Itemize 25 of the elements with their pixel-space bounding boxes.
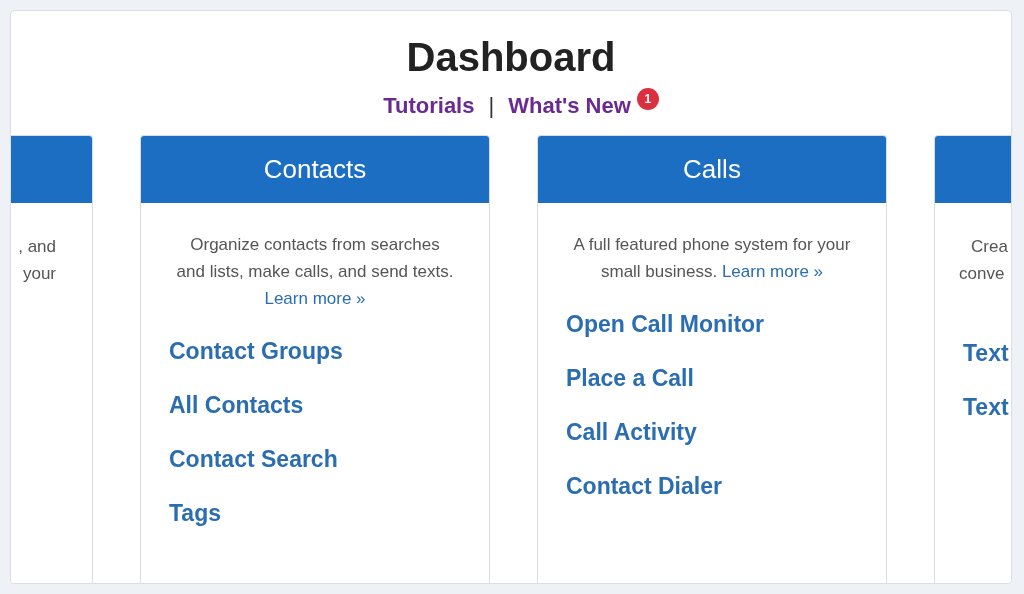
card-link[interactable]: All Contacts [169, 378, 489, 432]
card-title: Contacts [263, 154, 367, 185]
learn-more-link[interactable]: Learn more » [721, 262, 824, 281]
learn-more-link[interactable]: Learn more » [264, 289, 366, 308]
card-link[interactable]: Text [963, 326, 1011, 380]
nav-link[interactable]: Tutorials [383, 93, 475, 119]
card-link[interactable]: Contact Dialer [566, 459, 886, 513]
card-link[interactable]: Tags [169, 486, 489, 540]
card-link[interactable]: Contact Groups [169, 324, 489, 378]
card-description: Organize contacts from searches and lists, make calls, and send texts. Learn more » [175, 234, 455, 310]
nav-link[interactable]: What's New [508, 93, 631, 119]
card-description: Crea [971, 236, 1008, 258]
page-title: Dashboard [406, 34, 616, 81]
card-link[interactable]: Place a Call [566, 351, 886, 405]
card-description: A full featured phone system for your small business. Learn more » [572, 234, 852, 283]
notification-badge: 1 [636, 88, 659, 110]
card-description: , and [18, 236, 56, 258]
card-description: conve [959, 263, 1005, 285]
card-link[interactable]: Text [963, 380, 1011, 434]
card-link[interactable]: Contact Search [169, 432, 489, 486]
card-link[interactable]: Call Activity [566, 405, 886, 459]
card-link[interactable]: Open Call Monitor [566, 297, 886, 351]
separator: | [488, 93, 495, 119]
card-title: Calls [683, 154, 741, 185]
card-description: your [22, 263, 56, 285]
